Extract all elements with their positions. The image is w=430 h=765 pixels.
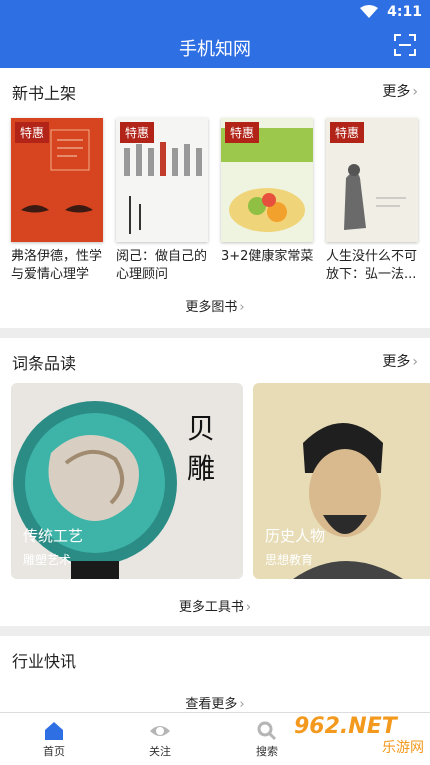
book-item[interactable]: 特惠 人生没什么不可放下：弘一法...	[326, 118, 418, 284]
book-cover: 特惠	[11, 118, 103, 242]
entry-card[interactable]: 历史人物 思想教育	[253, 383, 430, 579]
discount-badge: 特惠	[225, 122, 260, 143]
more-tools-label: 更多工具书	[178, 600, 244, 615]
book-title: 阅己：做自己的心理顾问	[116, 249, 208, 282]
card-title: 传统工艺	[23, 527, 84, 545]
watermark-text: 962.NET	[294, 714, 397, 739]
tab-label: 搜索	[256, 745, 278, 758]
tab-label: 首页	[43, 745, 65, 758]
book-item[interactable]: 特惠 3+2健康家常菜	[221, 118, 313, 284]
tab-home[interactable]: 首页	[19, 713, 89, 765]
discount-badge: 特惠	[15, 122, 50, 143]
watermark-logo: 962.NET 乐游网	[294, 714, 424, 762]
card-title: 历史人物	[265, 527, 326, 545]
page-title: 手机知网	[179, 39, 251, 60]
entry-card[interactable]: 贝雕 传统工艺 雕塑艺术	[11, 383, 243, 579]
scan-icon[interactable]	[394, 34, 416, 56]
home-icon	[45, 722, 63, 740]
chevron-right-icon: ›	[412, 84, 418, 100]
book-cover: 特惠	[326, 118, 418, 242]
card-image	[253, 383, 430, 579]
discount-badge: 特惠	[330, 122, 365, 143]
card-subtitle: 雕塑艺术	[23, 553, 72, 567]
book-title: 人生没什么不可放下：弘一法...	[326, 249, 418, 282]
more-tools-link[interactable]: 更多工具书 ›	[0, 596, 430, 615]
search-icon	[257, 721, 277, 741]
book-title: 弗洛伊德，性学与爱情心理学	[11, 249, 103, 282]
see-more-link[interactable]: 查看更多 ›	[0, 693, 430, 712]
more-books-label: 更多图书	[185, 300, 238, 315]
news-section: 行业快讯 查看更多 ›	[0, 636, 430, 712]
book-cover: 特惠	[116, 118, 208, 242]
tab-label: 关注	[149, 745, 171, 758]
discount-badge: 特惠	[120, 122, 155, 143]
tab-search[interactable]: 搜索	[232, 713, 302, 765]
section-title-new-books: 新书上架	[12, 84, 77, 103]
new-books-section: 新书上架 更多 › 特惠 弗洛伊德，性学与爱情心理学 特惠 阅己：做自己的心理顾…	[0, 68, 430, 328]
status-time: 4:11	[387, 4, 422, 20]
eye-icon	[150, 726, 170, 736]
card-subtitle: 思想教育	[265, 553, 314, 567]
chevron-right-icon: ›	[245, 600, 252, 615]
wifi-icon	[360, 5, 378, 18]
more-label: 更多	[382, 354, 411, 370]
book-title: 3+2健康家常菜	[221, 249, 314, 264]
status-bar: 4:11	[0, 0, 430, 24]
book-item[interactable]: 特惠 阅己：做自己的心理顾问	[116, 118, 208, 284]
see-more-label: 查看更多	[185, 697, 238, 712]
new-books-more-link[interactable]: 更多 ›	[382, 81, 418, 101]
section-title-news: 行业快讯	[12, 652, 77, 671]
tab-follow[interactable]: 关注	[125, 713, 195, 765]
chevron-right-icon: ›	[239, 300, 245, 315]
book-cover: 特惠	[221, 118, 313, 242]
entries-section: 词条品读 更多 › 贝雕 传统工艺 雕塑艺术 历史人物 思想教育 更多工具书 ›	[0, 338, 430, 626]
chevron-right-icon: ›	[239, 697, 245, 712]
section-title-entries: 词条品读	[12, 354, 77, 373]
more-label: 更多	[382, 84, 411, 100]
watermark-subtext: 乐游网	[382, 740, 424, 756]
more-books-link[interactable]: 更多图书 ›	[0, 296, 430, 315]
card-art-text: 贝雕	[187, 412, 226, 485]
book-item[interactable]: 特惠 弗洛伊德，性学与爱情心理学	[11, 118, 103, 284]
chevron-right-icon: ›	[412, 354, 418, 370]
entries-more-link[interactable]: 更多 ›	[382, 351, 418, 371]
app-header: 手机知网	[0, 24, 430, 68]
